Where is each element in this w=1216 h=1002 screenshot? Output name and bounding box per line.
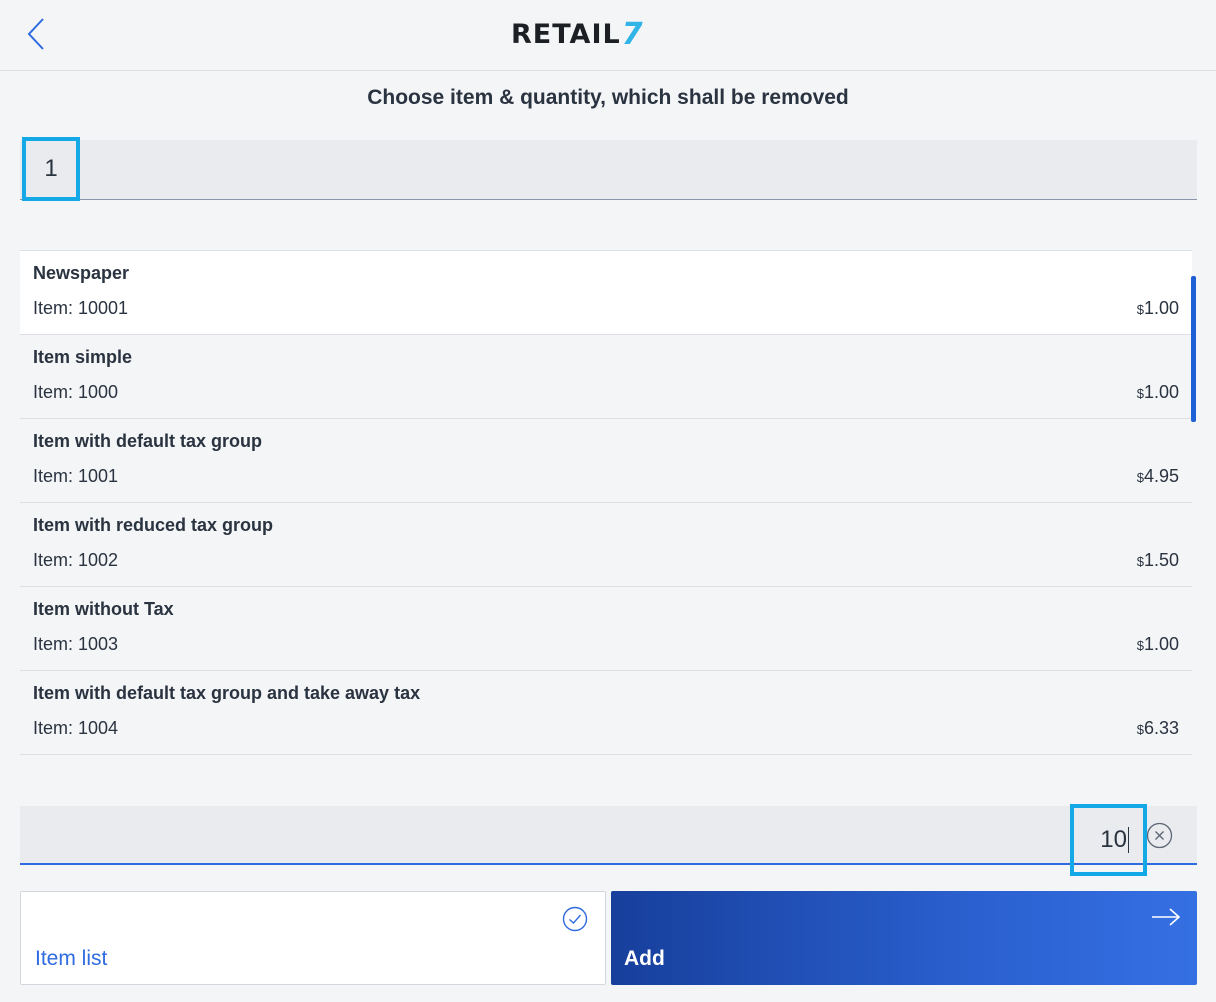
item-name: Item with reduced tax group — [33, 515, 274, 535]
item-list: Newspaper Item: 10001 $1.00 Item simple Item… — [20, 250, 1192, 755]
add-button[interactable]: Add — [611, 891, 1197, 985]
arrow-right-icon — [1152, 908, 1181, 926]
item-number: Item: 1001 — [33, 466, 119, 486]
currency-symbol: $ — [1136, 638, 1144, 653]
check-circle-icon — [562, 906, 588, 932]
price-value: 1.00 — [1143, 634, 1179, 654]
price-value: 1.00 — [1143, 382, 1179, 402]
list-item[interactable]: Item simple Item: 1000 $1.00 — [20, 335, 1192, 419]
list-item[interactable]: Newspaper Item: 10001 $1.00 — [20, 251, 1192, 335]
item-price: $6.33 — [1137, 718, 1179, 739]
item-list-label: Item list — [35, 947, 108, 970]
price-value: 4.95 — [1143, 466, 1179, 486]
logo-seven: 7 — [621, 16, 643, 52]
retail7-logo: RETAIL 7 — [511, 14, 643, 54]
item-price: $1.00 — [1137, 382, 1179, 403]
close-circle-icon — [1146, 822, 1173, 849]
quantity-value: 10 — [1070, 804, 1147, 876]
currency-symbol: $ — [1136, 386, 1144, 401]
item-number: Item: 1000 — [33, 382, 119, 402]
currency-symbol: $ — [1136, 554, 1144, 569]
item-price: $1.00 — [1137, 298, 1179, 319]
logo-text: RETAIL — [511, 18, 621, 50]
quantity-input[interactable]: 10 — [20, 804, 1197, 876]
item-name: Newspaper — [33, 263, 130, 283]
list-item[interactable]: Item with reduced tax group Item: 1002 $1.… — [20, 503, 1192, 587]
quantity-text: 10 — [1100, 826, 1127, 853]
search-input[interactable]: 1 — [20, 137, 1197, 201]
item-name: Item without Tax — [33, 599, 174, 619]
item-price: $1.00 — [1137, 634, 1179, 655]
list-item[interactable]: Item with default tax group Item: 1001 $4.… — [20, 419, 1192, 503]
add-label: Add — [624, 947, 665, 970]
text-caret — [1128, 827, 1129, 853]
item-name: Item with default tax group and take awa… — [33, 683, 421, 703]
price-value: 1.00 — [1143, 298, 1179, 318]
list-item[interactable]: Item with default tax group and take awa… — [20, 671, 1192, 755]
currency-symbol: $ — [1136, 470, 1144, 485]
page-title: Choose item & quantity, which shall be r… — [367, 86, 849, 109]
currency-symbol: $ — [1136, 302, 1144, 317]
chevron-left-icon — [27, 18, 44, 50]
header: RETAIL 7 — [0, 0, 1216, 71]
search-value: 1 — [22, 137, 80, 201]
item-price: $4.95 — [1137, 466, 1179, 487]
back-button[interactable] — [18, 14, 54, 54]
price-value: 6.33 — [1143, 718, 1179, 738]
list-scrollbar[interactable] — [1191, 276, 1196, 422]
price-value: 1.50 — [1143, 550, 1179, 570]
item-price: $1.50 — [1137, 550, 1179, 571]
currency-symbol: $ — [1136, 722, 1144, 737]
item-name: Item with default tax group — [33, 431, 263, 451]
item-name: Item simple — [33, 347, 133, 367]
item-number: Item: 10001 — [33, 298, 129, 318]
list-item[interactable]: Item without Tax Item: 1003 $1.00 — [20, 587, 1192, 671]
item-list-button[interactable]: Item list — [20, 891, 606, 985]
item-number: Item: 1002 — [33, 550, 119, 570]
item-number: Item: 1003 — [33, 634, 119, 654]
clear-quantity-button[interactable] — [1146, 822, 1173, 849]
item-number: Item: 1004 — [33, 718, 119, 738]
